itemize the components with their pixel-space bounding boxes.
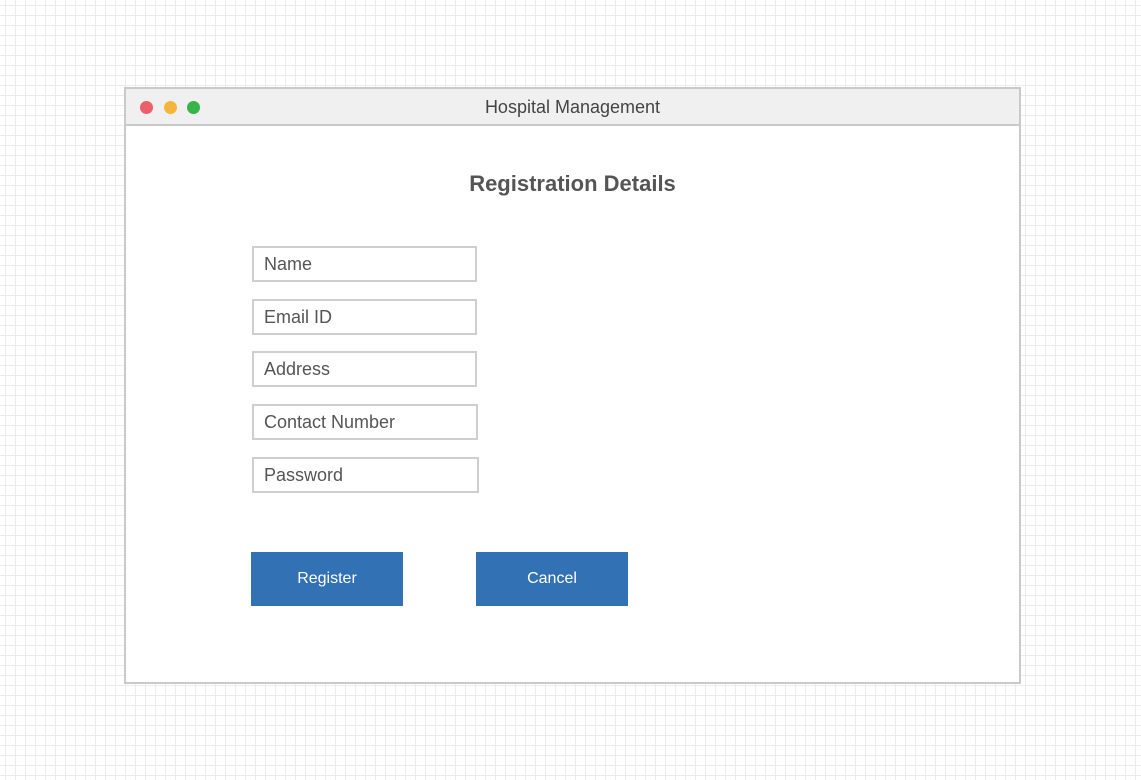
window-title: Hospital Management (484, 97, 661, 117)
register-button[interactable]: Register (251, 552, 403, 606)
app-window: Hospital Management Registration Details… (124, 87, 1021, 684)
title-bar: Hospital Management (126, 89, 1019, 126)
cancel-button[interactable]: Cancel (476, 552, 628, 606)
email-input[interactable] (252, 299, 477, 335)
contact-number-input[interactable] (252, 404, 478, 440)
name-input[interactable] (252, 246, 477, 282)
address-input[interactable] (252, 351, 477, 387)
password-input[interactable] (252, 457, 479, 493)
form-heading: Registration Details (469, 171, 676, 196)
